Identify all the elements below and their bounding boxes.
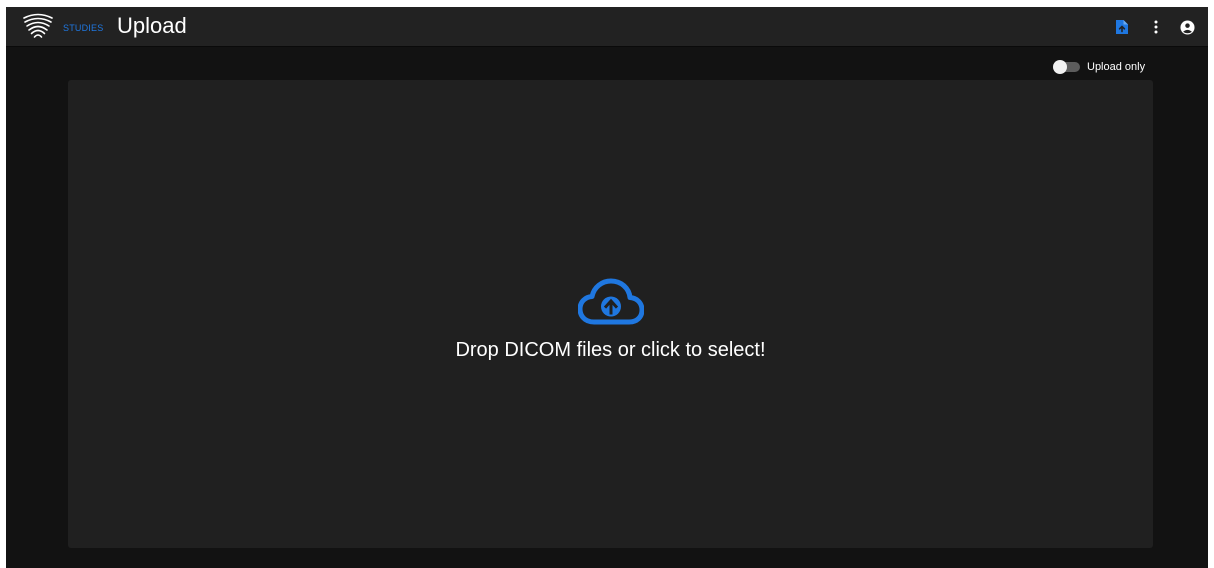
dicom-dropzone[interactable]: Drop DICOM files or click to select! [68, 80, 1153, 548]
cloud-upload-icon [577, 278, 645, 326]
breadcrumb-studies[interactable]: STUDIES [63, 23, 103, 33]
logo-icon[interactable] [22, 12, 54, 42]
toggle-thumb[interactable] [1053, 60, 1067, 74]
upload-only-label: Upload only [1087, 61, 1146, 73]
toggle-track[interactable] [1053, 60, 1080, 74]
dropzone-text: Drop DICOM files or click to select! [455, 339, 766, 361]
upload-only-toggle[interactable]: Upload only [1053, 60, 1146, 74]
app-window: STUDIES Upload Upload only Drop DICOM fi… [6, 7, 1208, 568]
page-title: Upload [117, 13, 187, 38]
account-circle-icon[interactable] [1177, 17, 1197, 37]
more-vert-icon[interactable] [1146, 17, 1166, 37]
app-bar: STUDIES Upload [6, 7, 1208, 47]
upload-file-icon[interactable] [1112, 17, 1132, 37]
